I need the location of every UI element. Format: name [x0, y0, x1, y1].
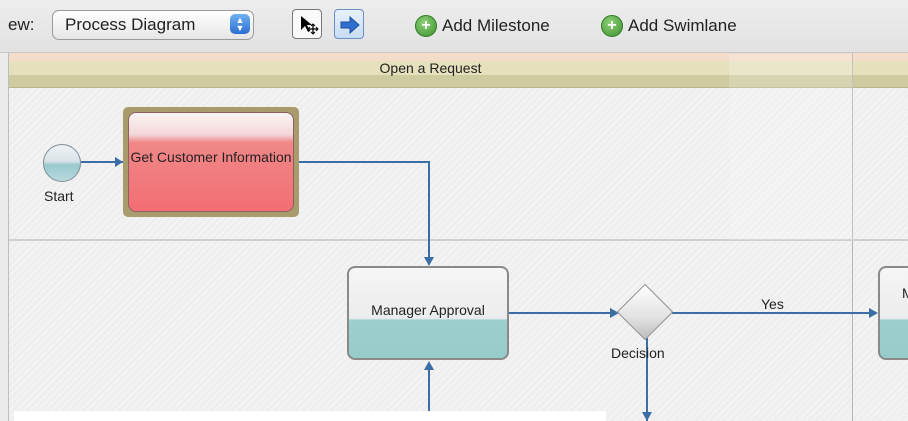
arrowhead-icon [424, 361, 434, 370]
flow-get-to-manager [299, 161, 430, 263]
arrowhead-icon [869, 308, 878, 318]
bottom-overlay [14, 411, 606, 421]
arrowhead-icon [424, 257, 434, 266]
arrowhead-icon [642, 412, 652, 421]
task-selection-outline[interactable]: Get Customer Information [123, 107, 299, 217]
task-manager-approval[interactable]: Manager Approval [347, 266, 509, 360]
task-get-customer-label: Get Customer Information [130, 149, 292, 165]
yes-flow-label: Yes [761, 296, 784, 312]
task-offscreen[interactable]: M [878, 266, 908, 360]
task-offscreen-label: M [902, 285, 908, 301]
task-manager-approval-label: Manager Approval [371, 302, 485, 318]
decision-label: Decision [611, 345, 665, 361]
start-label: Start [44, 188, 74, 204]
task-get-customer-information[interactable]: Get Customer Information [128, 112, 294, 212]
start-event-icon[interactable] [43, 144, 81, 182]
arrowhead-icon [115, 157, 123, 167]
